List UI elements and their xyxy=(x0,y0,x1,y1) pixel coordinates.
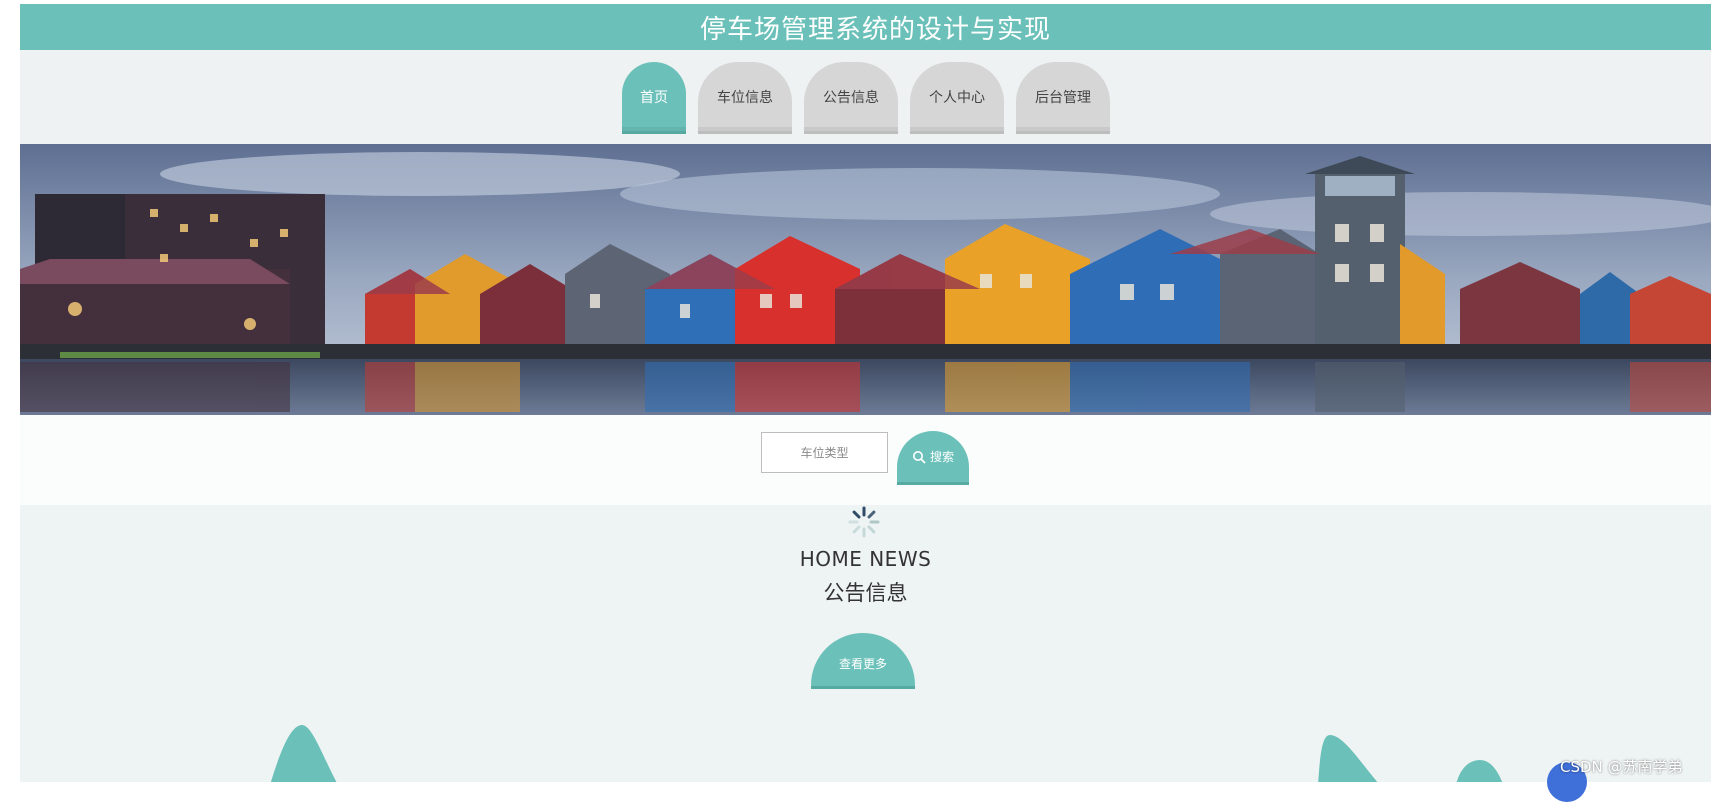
page-frame: 停车场管理系统的设计与实现 首页 车位信息 公告信息 个人中心 后台管理 车位类… xyxy=(20,4,1711,782)
banner-photo-illustration xyxy=(20,144,1711,415)
news-title-en: HOME NEWS xyxy=(799,547,932,571)
nav-item-announcements[interactable]: 公告信息 xyxy=(804,62,898,134)
nav-item-label: 后台管理 xyxy=(1035,89,1091,106)
nav-item-label: 公告信息 xyxy=(823,89,879,106)
watermark-text: CSDN @苏南学弟 xyxy=(1560,758,1683,776)
nav-item-label: 个人中心 xyxy=(929,89,985,106)
view-more-button[interactable]: 查看更多 xyxy=(811,633,915,689)
search-section: 搜索 xyxy=(20,415,1711,505)
search-input[interactable] xyxy=(761,432,888,473)
nav-items: 首页 车位信息 公告信息 个人中心 后台管理 xyxy=(622,62,1110,134)
home-news-section: HOME NEWS 公告信息 查看更多 xyxy=(20,505,1711,782)
search-icon xyxy=(912,450,926,464)
header-bar: 停车场管理系统的设计与实现 xyxy=(20,4,1711,50)
decorative-shape xyxy=(1318,735,1378,782)
nav-item-parking-spaces[interactable]: 车位信息 xyxy=(698,62,792,134)
search-button[interactable]: 搜索 xyxy=(897,431,969,485)
nav-item-personal-center[interactable]: 个人中心 xyxy=(910,62,1004,134)
main-nav: 首页 车位信息 公告信息 个人中心 后台管理 xyxy=(20,50,1711,144)
decorative-shape xyxy=(1456,760,1503,782)
search-button-label: 搜索 xyxy=(929,450,954,464)
news-title-cn: 公告信息 xyxy=(823,581,908,605)
site-title: 停车场管理系统的设计与实现 xyxy=(699,14,1051,45)
view-more-label: 查看更多 xyxy=(838,657,887,671)
nav-item-admin[interactable]: 后台管理 xyxy=(1016,62,1110,134)
nav-item-label: 首页 xyxy=(640,89,668,106)
decorative-shape xyxy=(270,725,337,782)
nav-item-label: 车位信息 xyxy=(717,89,773,106)
hero-banner-image xyxy=(20,144,1711,415)
loading-spinner-icon xyxy=(848,506,880,538)
nav-item-home[interactable]: 首页 xyxy=(622,62,686,134)
